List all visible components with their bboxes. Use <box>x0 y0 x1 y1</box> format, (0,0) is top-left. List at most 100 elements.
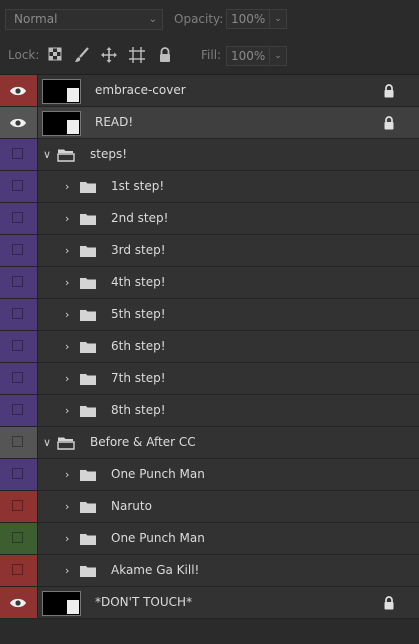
visibility-toggle[interactable] <box>0 75 38 106</box>
folder-icon <box>79 244 97 261</box>
folder-icon <box>79 340 97 357</box>
layer-name[interactable]: 5th step! <box>111 299 166 330</box>
visibility-toggle-off[interactable] <box>0 171 38 202</box>
layer-group-row[interactable]: › Naruto <box>0 491 419 523</box>
layer-name[interactable]: 6th step! <box>111 331 166 362</box>
layer-group-row[interactable]: ∨ steps! <box>0 139 419 171</box>
visibility-box <box>12 308 23 319</box>
expand-chevron-icon[interactable]: › <box>65 555 69 586</box>
expand-chevron-icon[interactable]: › <box>65 331 69 362</box>
visibility-box <box>12 372 23 383</box>
lock-artboard-icon[interactable] <box>129 47 145 63</box>
visibility-box <box>12 468 23 479</box>
layer-thumbnail[interactable] <box>42 79 81 104</box>
visibility-box <box>12 340 23 351</box>
chevron-down-icon[interactable]: ⌄ <box>269 47 286 65</box>
expand-chevron-icon[interactable]: › <box>65 171 69 202</box>
lock-transparent-pixels-icon[interactable] <box>48 47 64 63</box>
visibility-toggle-off[interactable] <box>0 523 38 554</box>
lock-icon <box>383 84 395 101</box>
layer-name[interactable]: 7th step! <box>111 363 166 394</box>
visibility-toggle[interactable] <box>0 587 38 618</box>
layer-row[interactable]: READ! <box>0 107 419 139</box>
visibility-toggle-off[interactable] <box>0 139 38 170</box>
expand-chevron-icon[interactable]: › <box>65 491 69 522</box>
layer-thumbnail[interactable] <box>42 111 81 136</box>
layer-name[interactable]: 4th step! <box>111 267 166 298</box>
lock-image-pixels-icon[interactable] <box>74 47 90 63</box>
layer-name[interactable]: One Punch Man <box>111 523 205 554</box>
layer-thumbnail[interactable] <box>42 591 81 616</box>
layer-row[interactable]: embrace-cover <box>0 75 419 107</box>
layer-name[interactable]: 2nd step! <box>111 203 168 234</box>
folder-icon <box>79 212 97 229</box>
visibility-toggle[interactable] <box>0 107 38 138</box>
eye-icon <box>9 85 27 100</box>
layer-group-row[interactable]: › One Punch Man <box>0 459 419 491</box>
opacity-field[interactable]: 100% ⌄ <box>226 9 287 29</box>
layer-name[interactable]: Before & After CC <box>90 427 196 458</box>
opacity-label: Opacity: <box>174 12 224 26</box>
layer-group-row[interactable]: › 8th step! <box>0 395 419 427</box>
visibility-toggle-off[interactable] <box>0 491 38 522</box>
layer-group-row[interactable]: › Akame Ga Kill! <box>0 555 419 587</box>
layer-name[interactable]: 3rd step! <box>111 235 166 266</box>
layer-group-row[interactable]: ∨ Before & After CC <box>0 427 419 459</box>
visibility-toggle-off[interactable] <box>0 267 38 298</box>
visibility-toggle-off[interactable] <box>0 299 38 330</box>
blend-mode-dropdown[interactable]: Normal ⌄ <box>5 9 163 30</box>
smart-object-icon <box>67 600 79 614</box>
fill-value: 100% <box>231 49 266 63</box>
collapse-chevron-icon[interactable]: ∨ <box>43 427 51 458</box>
collapse-chevron-icon[interactable]: ∨ <box>43 139 51 170</box>
visibility-toggle-off[interactable] <box>0 331 38 362</box>
layers-toolbar: Normal ⌄ Opacity: 100% ⌄ <box>0 0 419 38</box>
layer-name[interactable]: One Punch Man <box>111 459 205 490</box>
visibility-toggle-off[interactable] <box>0 555 38 586</box>
layer-group-row[interactable]: › One Punch Man <box>0 523 419 555</box>
layer-group-row[interactable]: › 2nd step! <box>0 203 419 235</box>
layer-group-row[interactable]: › 3rd step! <box>0 235 419 267</box>
layer-name[interactable]: steps! <box>90 139 127 170</box>
visibility-toggle-off[interactable] <box>0 203 38 234</box>
layer-name[interactable]: READ! <box>95 107 133 138</box>
layer-name[interactable]: 1st step! <box>111 171 164 202</box>
folder-icon <box>79 500 97 517</box>
expand-chevron-icon[interactable]: › <box>65 235 69 266</box>
lock-position-icon[interactable] <box>101 47 117 63</box>
layer-group-row[interactable]: › 4th step! <box>0 267 419 299</box>
expand-chevron-icon[interactable]: › <box>65 459 69 490</box>
fill-field[interactable]: 100% ⌄ <box>226 46 287 66</box>
expand-chevron-icon[interactable]: › <box>65 299 69 330</box>
expand-chevron-icon[interactable]: › <box>65 363 69 394</box>
layer-group-row[interactable]: › 7th step! <box>0 363 419 395</box>
expand-chevron-icon[interactable]: › <box>65 523 69 554</box>
visibility-toggle-off[interactable] <box>0 235 38 266</box>
visibility-toggle-off[interactable] <box>0 395 38 426</box>
layer-name[interactable]: Naruto <box>111 491 152 522</box>
expand-chevron-icon[interactable]: › <box>65 395 69 426</box>
layer-name[interactable]: Akame Ga Kill! <box>111 555 199 586</box>
layer-group-row[interactable]: › 5th step! <box>0 299 419 331</box>
layer-name[interactable]: *DON'T TOUCH* <box>95 587 192 618</box>
expand-chevron-icon[interactable]: › <box>65 267 69 298</box>
layer-row[interactable]: *DON'T TOUCH* <box>0 587 419 619</box>
visibility-toggle-off[interactable] <box>0 363 38 394</box>
lock-bar: Lock: Fill: 100% ⌄ <box>0 38 419 75</box>
layer-name[interactable]: embrace-cover <box>95 75 186 106</box>
visibility-box <box>12 564 23 575</box>
folder-icon <box>79 372 97 389</box>
chevron-down-icon: ⌄ <box>148 14 157 25</box>
folder-icon <box>79 532 97 549</box>
layer-group-row[interactable]: › 1st step! <box>0 171 419 203</box>
folder-icon <box>79 404 97 421</box>
visibility-box <box>12 436 23 447</box>
visibility-toggle-off[interactable] <box>0 427 38 458</box>
visibility-toggle-off[interactable] <box>0 459 38 490</box>
visibility-box <box>12 148 23 159</box>
expand-chevron-icon[interactable]: › <box>65 203 69 234</box>
layer-group-row[interactable]: › 6th step! <box>0 331 419 363</box>
chevron-down-icon[interactable]: ⌄ <box>269 10 286 28</box>
layer-name[interactable]: 8th step! <box>111 395 166 426</box>
lock-all-icon[interactable] <box>158 47 174 63</box>
